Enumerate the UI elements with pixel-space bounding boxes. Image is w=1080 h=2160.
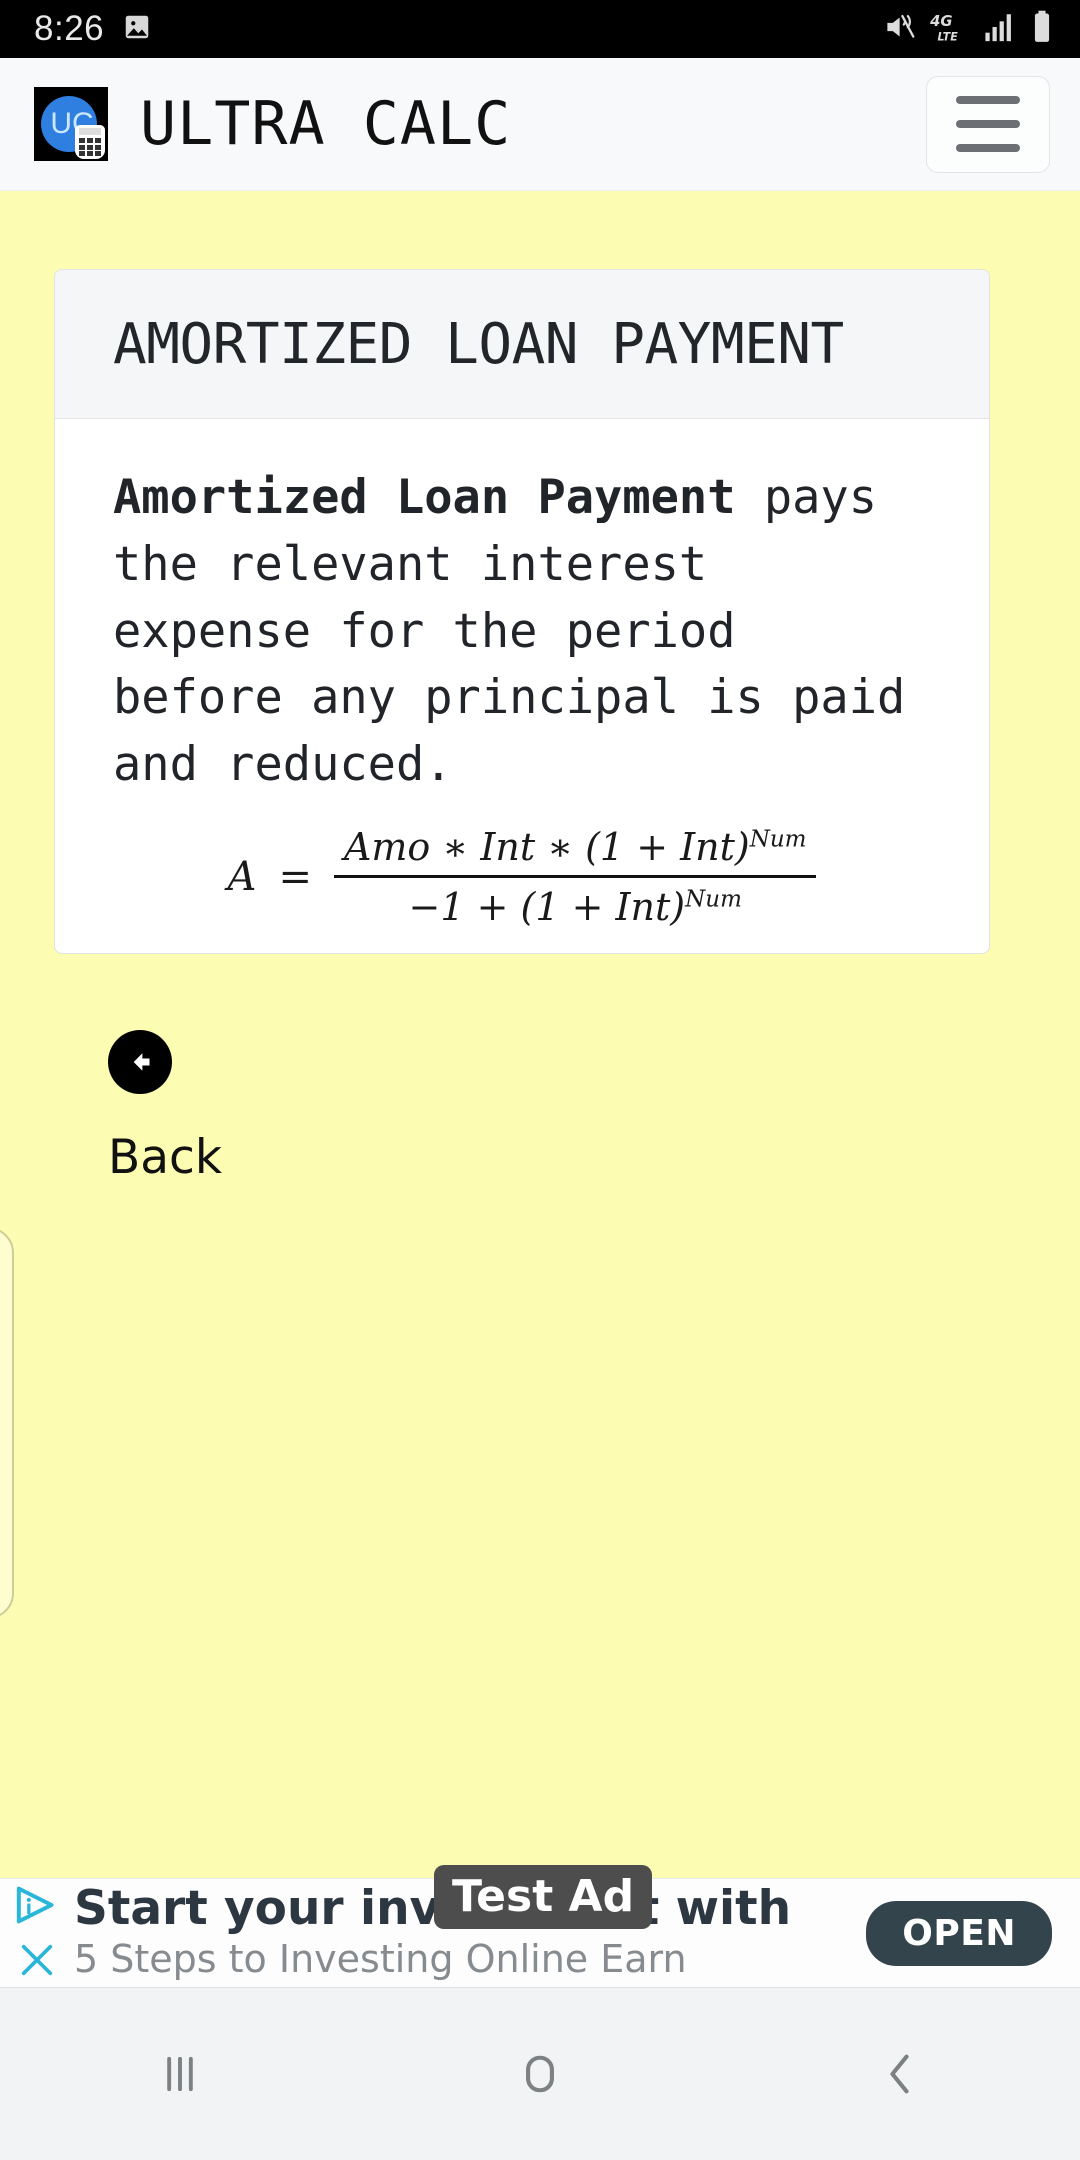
back-chevron-icon[interactable]	[810, 2048, 990, 2100]
page-content: AMORTIZED LOAN PAYMENT Amortized Loan Pa…	[0, 191, 1080, 2160]
card-body: Amortized Loan Payment pays the relevant…	[55, 419, 989, 929]
status-bar-clock: 8:26	[34, 9, 105, 48]
status-bar-right: 4G LTE	[884, 10, 1054, 49]
formula-denominator: −1 + (1 + Int)Num	[399, 878, 752, 929]
home-icon[interactable]	[450, 2048, 630, 2100]
formula-num-exponent: Num	[749, 826, 807, 853]
battery-icon	[1030, 10, 1054, 49]
formula-num-op2: ∗	[547, 824, 574, 869]
image-icon	[122, 12, 152, 47]
system-navigation-bar	[0, 1988, 1080, 2160]
formula-image: A = Amo ∗ Int ∗ (1 + Int)Num −1 + (1 + I…	[113, 825, 931, 929]
page-title: ULTRA CALC	[140, 89, 512, 159]
formula-num-base: (1 + Int)	[585, 824, 750, 869]
app-logo: UC	[34, 87, 108, 161]
arrow-left-circle-icon[interactable]	[108, 1030, 172, 1094]
offscreen-panel	[0, 1227, 14, 1619]
hamburger-menu-icon[interactable]	[926, 75, 1050, 173]
ad-subtext: 5 Steps to Investing Online Earn	[74, 1937, 687, 1982]
card-header: AMORTIZED LOAN PAYMENT	[55, 270, 989, 420]
close-x-icon[interactable]	[17, 1940, 57, 1985]
formula-den-base: −1 + (1 + Int)	[408, 884, 686, 929]
card-title: AMORTIZED LOAN PAYMENT	[113, 312, 844, 377]
recents-icon[interactable]	[90, 2048, 270, 2100]
calculator-icon	[75, 125, 105, 159]
back-button-label: Back	[108, 1130, 223, 1185]
svg-text:4G: 4G	[930, 12, 952, 29]
formula-num-int: Int	[480, 824, 536, 869]
ad-open-button[interactable]: OPEN	[866, 1900, 1052, 1966]
ad-icon-column	[0, 1879, 74, 1987]
app-header: UC ULTRA CALC	[0, 58, 1080, 191]
status-bar: 8:26 4G LTE	[0, 0, 1080, 58]
formula-fraction: Amo ∗ Int ∗ (1 + Int)Num −1 + (1 + Int)N…	[333, 825, 817, 929]
formula-lhs: A	[227, 853, 257, 900]
4g-lte-icon: 4G LTE	[929, 11, 972, 48]
mute-icon	[884, 12, 918, 47]
formula-numerator: Amo ∗ Int ∗ (1 + Int)Num	[334, 825, 817, 875]
ad-banner[interactable]: Start your investment with 5 Steps to In…	[0, 1865, 1080, 1988]
adchoices-icon[interactable]	[15, 1885, 59, 1930]
info-card: AMORTIZED LOAN PAYMENT Amortized Loan Pa…	[54, 269, 990, 954]
card-description-bold: Amortized Loan Payment	[113, 470, 736, 526]
formula-num-op1: ∗	[442, 824, 469, 869]
card-description: Amortized Loan Payment pays the relevant…	[113, 465, 931, 799]
test-ad-badge: Test Ad	[434, 1865, 653, 1929]
signal-bars-icon	[984, 11, 1018, 48]
svg-text:LTE: LTE	[937, 30, 958, 42]
status-bar-left: 8:26	[34, 9, 152, 49]
formula-den-exponent: Num	[685, 886, 742, 913]
back-button[interactable]: Back	[108, 1030, 222, 1185]
formula-equals: =	[278, 853, 312, 900]
formula-num-amo: Amo	[343, 824, 431, 869]
